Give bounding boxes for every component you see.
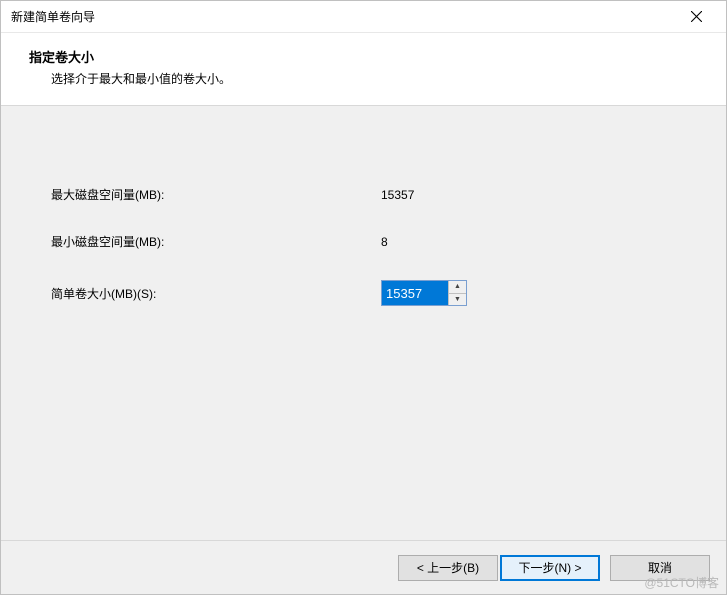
- chevron-up-icon: ▲: [454, 283, 461, 290]
- size-row: 简单卷大小(MB)(S): ▲ ▼: [51, 280, 676, 306]
- page-heading: 指定卷大小: [29, 47, 716, 66]
- spinner-buttons: ▲ ▼: [448, 281, 466, 305]
- window-title: 新建简单卷向导: [11, 8, 95, 25]
- volume-size-input[interactable]: [382, 281, 448, 305]
- wizard-footer: < 上一步(B) 下一步(N) > 取消: [1, 540, 726, 594]
- chevron-down-icon: ▼: [454, 296, 461, 303]
- spinner-up-button[interactable]: ▲: [449, 281, 466, 294]
- max-disk-label: 最大磁盘空间量(MB):: [51, 186, 381, 203]
- max-disk-row: 最大磁盘空间量(MB): 15357: [51, 186, 676, 203]
- nav-button-group: < 上一步(B) 下一步(N) >: [398, 555, 600, 581]
- size-label: 简单卷大小(MB)(S):: [51, 285, 381, 302]
- min-disk-label: 最小磁盘空间量(MB):: [51, 233, 381, 250]
- min-disk-row: 最小磁盘空间量(MB): 8: [51, 233, 676, 250]
- close-button[interactable]: [676, 3, 716, 31]
- titlebar: 新建简单卷向导: [1, 1, 726, 33]
- min-disk-value: 8: [381, 235, 676, 249]
- next-button[interactable]: 下一步(N) >: [500, 555, 600, 581]
- cancel-button[interactable]: 取消: [610, 555, 710, 581]
- size-value-cell: ▲ ▼: [381, 280, 676, 306]
- wizard-content: 最大磁盘空间量(MB): 15357 最小磁盘空间量(MB): 8 简单卷大小(…: [1, 106, 726, 540]
- volume-size-spinner[interactable]: ▲ ▼: [381, 280, 467, 306]
- wizard-window: 新建简单卷向导 指定卷大小 选择介于最大和最小值的卷大小。 最大磁盘空间量(MB…: [0, 0, 727, 595]
- page-subheading: 选择介于最大和最小值的卷大小。: [29, 70, 716, 87]
- spinner-down-button[interactable]: ▼: [449, 294, 466, 306]
- back-button[interactable]: < 上一步(B): [398, 555, 498, 581]
- wizard-header: 指定卷大小 选择介于最大和最小值的卷大小。: [1, 33, 726, 106]
- max-disk-value: 15357: [381, 188, 676, 202]
- close-icon: [691, 11, 702, 22]
